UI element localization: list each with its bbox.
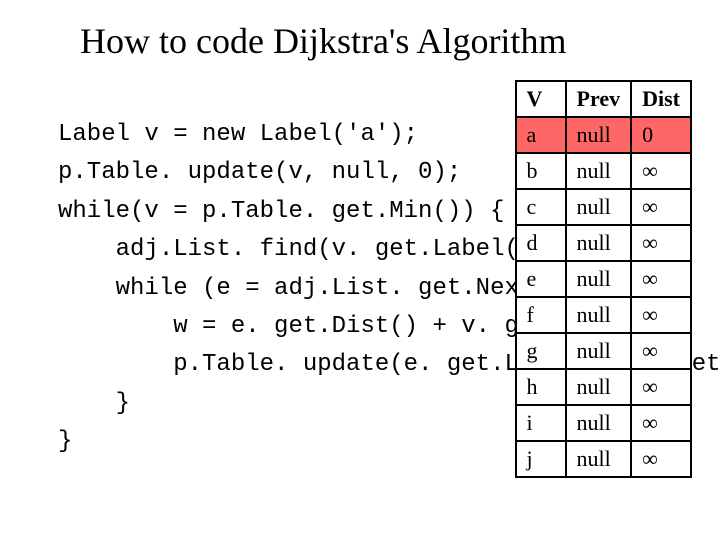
table-row: inull∞ (516, 405, 691, 441)
cell-prev: null (566, 297, 632, 333)
table-row: cnull∞ (516, 189, 691, 225)
col-header-v: V (516, 81, 566, 117)
col-header-prev: Prev (566, 81, 632, 117)
cell-dist: ∞ (631, 225, 691, 261)
cell-v: e (516, 261, 566, 297)
table-row: hnull∞ (516, 369, 691, 405)
cell-prev: null (566, 333, 632, 369)
cell-prev: null (566, 441, 632, 477)
cell-prev: null (566, 261, 632, 297)
cell-v: d (516, 225, 566, 261)
cell-dist: ∞ (631, 297, 691, 333)
table-row: gnull∞ (516, 333, 691, 369)
cell-prev: null (566, 117, 632, 153)
cell-v: a (516, 117, 566, 153)
cell-prev: null (566, 153, 632, 189)
cell-dist: ∞ (631, 369, 691, 405)
cell-v: f (516, 297, 566, 333)
cell-dist: ∞ (631, 441, 691, 477)
cell-prev: null (566, 405, 632, 441)
dijkstra-table: V Prev Dist anull0bnull∞cnull∞dnull∞enul… (515, 80, 692, 478)
table-row: dnull∞ (516, 225, 691, 261)
cell-v: c (516, 189, 566, 225)
cell-dist: ∞ (631, 333, 691, 369)
cell-prev: null (566, 369, 632, 405)
cell-prev: null (566, 189, 632, 225)
cell-v: j (516, 441, 566, 477)
table-row: enull∞ (516, 261, 691, 297)
cell-v: b (516, 153, 566, 189)
table-row: anull0 (516, 117, 691, 153)
cell-dist: ∞ (631, 153, 691, 189)
table-row: bnull∞ (516, 153, 691, 189)
cell-prev: null (566, 225, 632, 261)
cell-dist: ∞ (631, 405, 691, 441)
cell-dist: 0 (631, 117, 691, 153)
cell-dist: ∞ (631, 261, 691, 297)
table-header-row: V Prev Dist (516, 81, 691, 117)
table-row: jnull∞ (516, 441, 691, 477)
cell-v: h (516, 369, 566, 405)
col-header-dist: Dist (631, 81, 691, 117)
cell-v: g (516, 333, 566, 369)
cell-v: i (516, 405, 566, 441)
cell-dist: ∞ (631, 189, 691, 225)
slide-title: How to code Dijkstra's Algorithm (0, 20, 720, 62)
table-row: fnull∞ (516, 297, 691, 333)
